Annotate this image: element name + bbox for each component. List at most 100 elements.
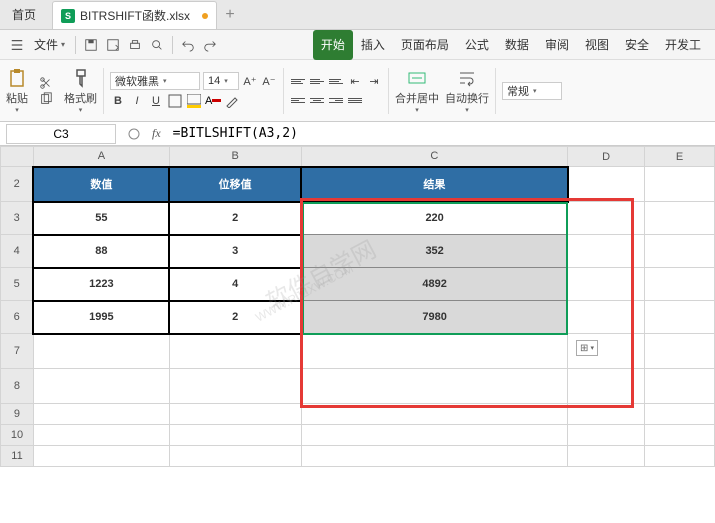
cell[interactable]: [645, 425, 715, 446]
align-bottom-icon[interactable]: [328, 73, 344, 89]
redo-icon[interactable]: [199, 34, 221, 56]
cell[interactable]: [645, 446, 715, 467]
border-button[interactable]: [167, 93, 183, 109]
cell[interactable]: [645, 235, 715, 268]
menu-icon[interactable]: [6, 34, 28, 56]
cell-b4[interactable]: 3: [169, 235, 301, 268]
number-format-select[interactable]: 常规: [502, 82, 562, 100]
cell[interactable]: [169, 369, 301, 404]
cell[interactable]: [301, 446, 568, 467]
cell-b3[interactable]: 2: [169, 202, 301, 235]
cell[interactable]: [645, 334, 715, 369]
tab-developer[interactable]: 开发工: [657, 32, 709, 58]
select-all-corner[interactable]: [1, 147, 34, 167]
home-tab[interactable]: 首页: [0, 1, 48, 29]
header-num[interactable]: 数值: [33, 167, 169, 202]
cell-c4[interactable]: 352: [301, 235, 568, 268]
print-icon[interactable]: [124, 34, 146, 56]
cell-a4[interactable]: 88: [33, 235, 169, 268]
cell[interactable]: [568, 425, 645, 446]
cell-b5[interactable]: 4: [169, 268, 301, 301]
cell[interactable]: [568, 268, 645, 301]
cell[interactable]: [33, 446, 169, 467]
row-header-4[interactable]: 4: [1, 235, 34, 268]
header-shift[interactable]: 位移值: [169, 167, 301, 202]
name-box[interactable]: [6, 124, 116, 144]
tab-data[interactable]: 数据: [497, 32, 537, 58]
grow-font-button[interactable]: A⁺: [242, 73, 258, 89]
cell[interactable]: [33, 404, 169, 425]
cell[interactable]: [568, 235, 645, 268]
tab-start[interactable]: 开始: [313, 30, 353, 60]
bold-button[interactable]: B: [110, 93, 126, 109]
row-header-8[interactable]: 8: [1, 369, 34, 404]
align-left-icon[interactable]: [290, 92, 306, 108]
cell[interactable]: [568, 404, 645, 425]
italic-button[interactable]: I: [129, 93, 145, 109]
cell[interactable]: [169, 425, 301, 446]
cell[interactable]: [169, 404, 301, 425]
tab-insert[interactable]: 插入: [353, 32, 393, 58]
clear-format-button[interactable]: [224, 93, 240, 109]
align-right-icon[interactable]: [328, 92, 344, 108]
cell[interactable]: [568, 301, 645, 334]
cell[interactable]: [301, 404, 568, 425]
tab-review[interactable]: 审阅: [537, 32, 577, 58]
formula-input[interactable]: [167, 124, 715, 143]
align-middle-icon[interactable]: [309, 73, 325, 89]
cell-a3[interactable]: 55: [33, 202, 169, 235]
cell[interactable]: [645, 167, 715, 202]
file-menu[interactable]: 文件: [28, 36, 71, 53]
cell[interactable]: [568, 369, 645, 404]
shrink-font-button[interactable]: A⁻: [261, 73, 277, 89]
cell-c5[interactable]: 4892: [301, 268, 568, 301]
fx-button[interactable]: fx: [146, 126, 167, 141]
cell[interactable]: [568, 167, 645, 202]
cell[interactable]: [645, 369, 715, 404]
save-as-icon[interactable]: [102, 34, 124, 56]
header-result[interactable]: 结果: [301, 167, 568, 202]
cell-a5[interactable]: 1223: [33, 268, 169, 301]
underline-button[interactable]: U: [148, 93, 164, 109]
format-painter-button[interactable]: 格式刷: [64, 68, 97, 114]
cell[interactable]: [568, 202, 645, 235]
align-top-icon[interactable]: [290, 73, 306, 89]
increase-indent-icon[interactable]: ⇥: [366, 73, 382, 89]
print-preview-icon[interactable]: [146, 34, 168, 56]
row-header-7[interactable]: 7: [1, 334, 34, 369]
cell[interactable]: [301, 334, 568, 369]
cell[interactable]: [169, 446, 301, 467]
add-tab-button[interactable]: +: [217, 1, 243, 29]
font-size-select[interactable]: 14: [203, 72, 239, 90]
grid[interactable]: A B C D E 2 数值 位移值 结果 3 55 2 220 4 88 3 …: [0, 146, 715, 467]
autofill-smart-tag[interactable]: ⊞: [576, 340, 598, 356]
font-family-select[interactable]: 微软雅黑: [110, 72, 200, 90]
cell[interactable]: [568, 446, 645, 467]
cell-b6[interactable]: 2: [169, 301, 301, 334]
row-header-3[interactable]: 3: [1, 202, 34, 235]
cell[interactable]: [33, 425, 169, 446]
tab-view[interactable]: 视图: [577, 32, 617, 58]
font-color-button[interactable]: A: [205, 93, 221, 109]
row-header-11[interactable]: 11: [1, 446, 34, 467]
cell[interactable]: [645, 301, 715, 334]
col-header-c[interactable]: C: [301, 147, 568, 167]
cell[interactable]: [301, 369, 568, 404]
save-icon[interactable]: [80, 34, 102, 56]
cell[interactable]: [645, 268, 715, 301]
tab-layout[interactable]: 页面布局: [393, 32, 457, 58]
col-header-d[interactable]: D: [568, 147, 645, 167]
row-header-5[interactable]: 5: [1, 268, 34, 301]
row-header-6[interactable]: 6: [1, 301, 34, 334]
cell-a6[interactable]: 1995: [33, 301, 169, 334]
cell-c3[interactable]: 220: [301, 202, 568, 235]
col-header-b[interactable]: B: [169, 147, 301, 167]
row-header-2[interactable]: 2: [1, 167, 34, 202]
merge-button[interactable]: 合并居中: [395, 68, 439, 114]
cell[interactable]: [33, 334, 169, 369]
cancel-formula-icon[interactable]: [122, 128, 146, 140]
cell[interactable]: [645, 202, 715, 235]
cut-icon[interactable]: [38, 75, 54, 91]
cell[interactable]: [33, 369, 169, 404]
fill-color-button[interactable]: [186, 93, 202, 109]
